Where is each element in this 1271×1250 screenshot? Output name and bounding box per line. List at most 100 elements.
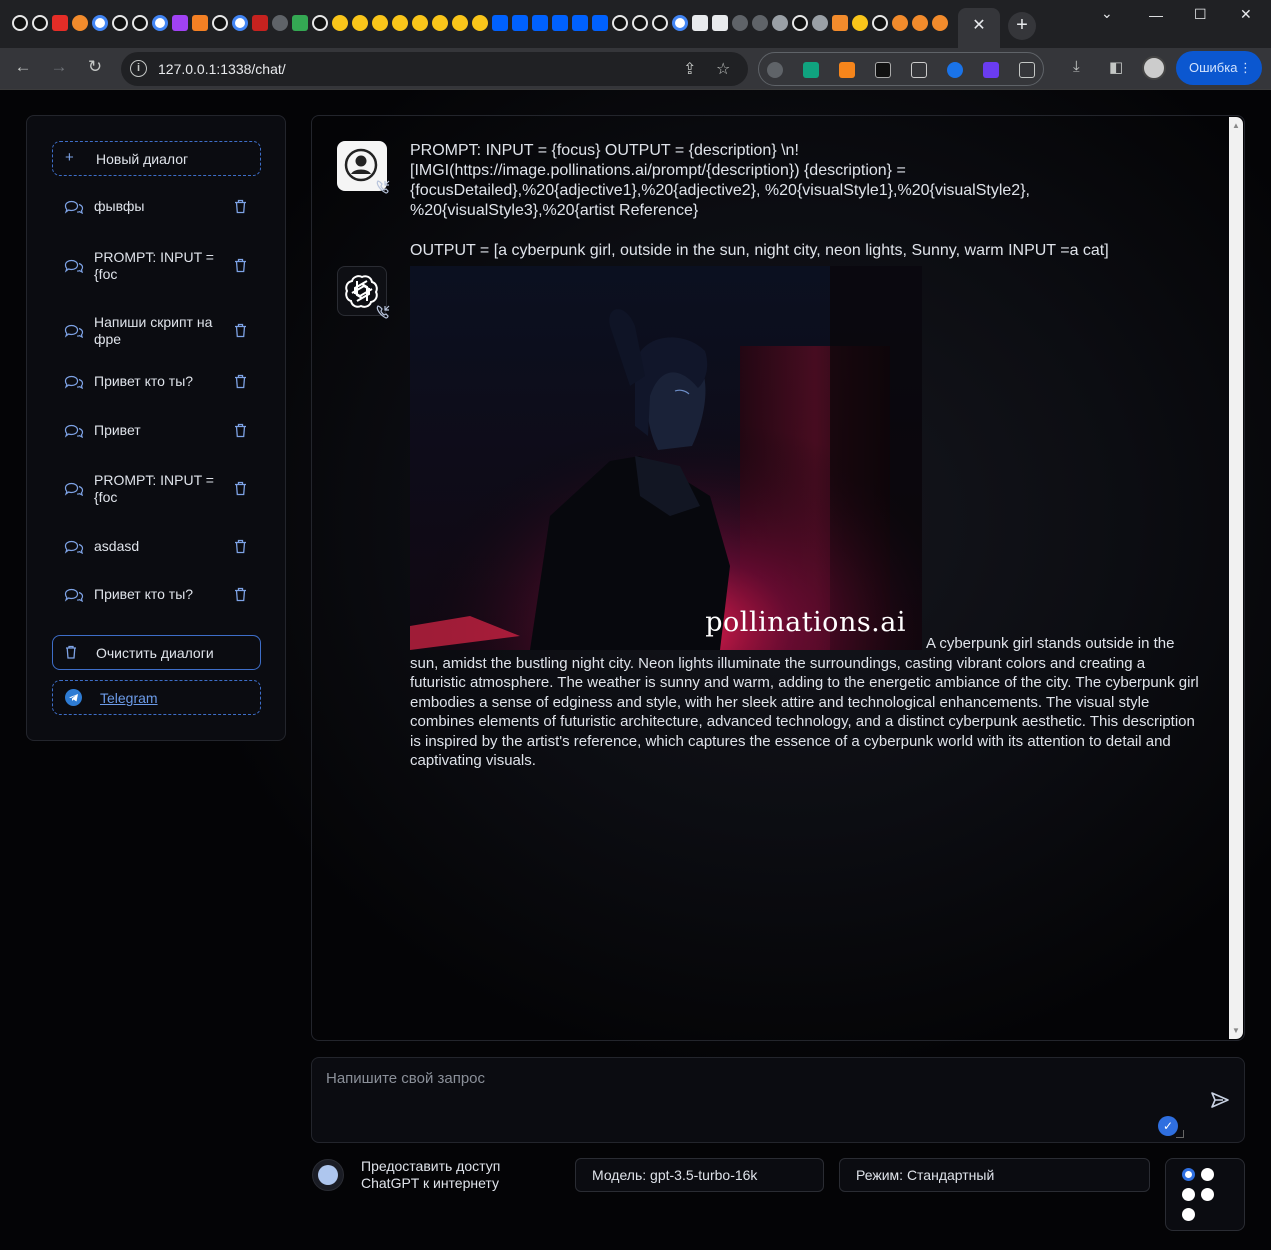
theme-option[interactable] bbox=[1182, 1188, 1195, 1201]
side-panel-icon[interactable]: ◧ bbox=[1109, 58, 1123, 76]
new-dialog-button[interactable]: + Новый диалог bbox=[52, 141, 261, 176]
back-icon[interactable]: ← bbox=[11, 57, 35, 77]
huggingface-tab-icon[interactable] bbox=[332, 15, 348, 31]
conversation-item[interactable]: Привет кто ты? bbox=[62, 373, 262, 390]
dropbox-tab-icon[interactable] bbox=[592, 15, 608, 31]
huggingface-tab-icon[interactable] bbox=[392, 15, 408, 31]
close-window-icon[interactable]: ✕ bbox=[1240, 6, 1252, 23]
dropbox-tab-icon[interactable] bbox=[572, 15, 588, 31]
chatgpt-extension-icon[interactable] bbox=[803, 62, 819, 78]
dropbox-tab-icon[interactable] bbox=[532, 15, 548, 31]
conversation-item[interactable]: PROMPT: INPUT = {foc bbox=[62, 249, 262, 283]
scroll-down-icon[interactable]: ▼ bbox=[1232, 1026, 1240, 1035]
telegram-link[interactable]: Telegram bbox=[100, 690, 158, 706]
theme-option-selected[interactable] bbox=[1182, 1168, 1195, 1181]
address-url[interactable]: 127.0.0.1:1338/chat/ bbox=[158, 61, 286, 77]
google-tab-icon[interactable] bbox=[92, 15, 108, 31]
github-tab-icon[interactable] bbox=[32, 15, 48, 31]
openai-tab-icon[interactable] bbox=[812, 15, 828, 31]
error-button[interactable]: Ошибка ⋮ bbox=[1176, 51, 1262, 85]
globe-tab-icon[interactable] bbox=[272, 15, 288, 31]
profile-avatar[interactable] bbox=[1142, 56, 1166, 80]
app-tab-icon[interactable] bbox=[72, 15, 88, 31]
stackoverflow-tab-icon[interactable] bbox=[192, 15, 208, 31]
google-tab-icon[interactable] bbox=[672, 15, 688, 31]
huggingface-tab-icon[interactable] bbox=[352, 15, 368, 31]
huggingface-tab-icon[interactable] bbox=[372, 15, 388, 31]
app-tab-icon[interactable] bbox=[912, 15, 928, 31]
huggingface-tab-icon[interactable] bbox=[412, 15, 428, 31]
app-tab-icon[interactable] bbox=[172, 15, 188, 31]
internet-access-toggle[interactable] bbox=[312, 1159, 344, 1191]
delete-conversation-icon[interactable] bbox=[234, 423, 247, 438]
conversation-item[interactable]: Привет кто ты? bbox=[62, 586, 262, 603]
github-tab-icon[interactable] bbox=[652, 15, 668, 31]
dropbox-tab-icon[interactable] bbox=[492, 15, 508, 31]
ublock-extension-icon[interactable] bbox=[767, 62, 783, 78]
mode-select[interactable]: Режим: Стандартный bbox=[839, 1158, 1150, 1192]
conversation-item[interactable]: asdasd bbox=[62, 538, 262, 555]
google-tab-icon[interactable] bbox=[232, 15, 248, 31]
minimize-icon[interactable]: — bbox=[1149, 7, 1163, 23]
conversation-item[interactable]: Привет bbox=[62, 422, 262, 439]
openai-tab-icon[interactable] bbox=[772, 15, 788, 31]
send-icon[interactable] bbox=[1210, 1090, 1230, 1110]
call-icon[interactable] bbox=[375, 179, 391, 195]
bootstrap-extension-icon[interactable] bbox=[983, 62, 999, 78]
pinned-tab-favicons[interactable] bbox=[12, 15, 948, 31]
huggingface-tab-icon[interactable] bbox=[432, 15, 448, 31]
github-tab-icon[interactable] bbox=[612, 15, 628, 31]
huggingface-tab-icon[interactable] bbox=[452, 15, 468, 31]
github-tab-icon[interactable] bbox=[212, 15, 228, 31]
theme-option[interactable] bbox=[1201, 1168, 1214, 1181]
app-tab-icon[interactable] bbox=[932, 15, 948, 31]
github-tab-icon[interactable] bbox=[12, 15, 28, 31]
clear-dialogs-button[interactable]: Очистить диалоги bbox=[52, 635, 261, 670]
address-bar[interactable]: i 127.0.0.1:1338/chat/ ⇪ ☆ bbox=[121, 52, 748, 86]
app-tab-icon[interactable] bbox=[892, 15, 908, 31]
page-tab-icon[interactable] bbox=[712, 15, 728, 31]
extension-icon[interactable] bbox=[911, 62, 927, 78]
tab-search-chevron-icon[interactable]: ⌄ bbox=[1101, 5, 1113, 22]
downloads-icon[interactable]: ⤓ bbox=[1073, 58, 1080, 75]
github-tab-icon[interactable] bbox=[132, 15, 148, 31]
message-input[interactable] bbox=[326, 1070, 1186, 1130]
drive-tab-icon[interactable] bbox=[292, 15, 308, 31]
globe-tab-icon[interactable] bbox=[732, 15, 748, 31]
theme-option[interactable] bbox=[1201, 1188, 1214, 1201]
reload-icon[interactable]: ↻ bbox=[83, 57, 107, 77]
active-tab[interactable]: ✕ bbox=[958, 8, 1000, 48]
close-tab-icon[interactable]: ✕ bbox=[972, 17, 985, 34]
delete-conversation-icon[interactable] bbox=[234, 323, 247, 338]
huggingface-tab-icon[interactable] bbox=[472, 15, 488, 31]
extension-icon[interactable] bbox=[947, 62, 963, 78]
maximize-icon[interactable]: ☐ bbox=[1194, 6, 1207, 23]
delete-conversation-icon[interactable] bbox=[234, 481, 247, 496]
model-select[interactable]: Модель: gpt-3.5-turbo-16k bbox=[575, 1158, 824, 1192]
github-tab-icon[interactable] bbox=[792, 15, 808, 31]
github-tab-icon[interactable] bbox=[312, 15, 328, 31]
delete-conversation-icon[interactable] bbox=[234, 374, 247, 389]
github-tab-icon[interactable] bbox=[112, 15, 128, 31]
resize-handle[interactable] bbox=[1176, 1130, 1184, 1138]
delete-conversation-icon[interactable] bbox=[234, 587, 247, 602]
conversation-item[interactable]: Напиши скрипт на фре bbox=[62, 314, 262, 348]
delete-conversation-icon[interactable] bbox=[234, 199, 247, 214]
scroll-up-icon[interactable]: ▲ bbox=[1232, 121, 1240, 130]
theme-option[interactable] bbox=[1182, 1208, 1195, 1221]
forward-icon[interactable]: → bbox=[47, 57, 71, 77]
huggingface-tab-icon[interactable] bbox=[852, 15, 868, 31]
call-icon[interactable] bbox=[375, 304, 391, 320]
generated-image[interactable]: pollinations.ai bbox=[410, 266, 922, 650]
globe-tab-icon[interactable] bbox=[752, 15, 768, 31]
metamask-extension-icon[interactable] bbox=[839, 62, 855, 78]
bookmark-star-icon[interactable]: ☆ bbox=[716, 59, 730, 79]
chat-scrollbar[interactable]: ▲ ▼ bbox=[1229, 117, 1243, 1039]
page-tab-icon[interactable] bbox=[692, 15, 708, 31]
extensions-puzzle-icon[interactable] bbox=[1019, 62, 1035, 78]
github-tab-icon[interactable] bbox=[872, 15, 888, 31]
app-tab-icon[interactable] bbox=[252, 15, 268, 31]
conversation-item[interactable]: PROMPT: INPUT = {foc bbox=[62, 472, 262, 506]
extension-icon[interactable] bbox=[875, 62, 891, 78]
github-tab-icon[interactable] bbox=[632, 15, 648, 31]
